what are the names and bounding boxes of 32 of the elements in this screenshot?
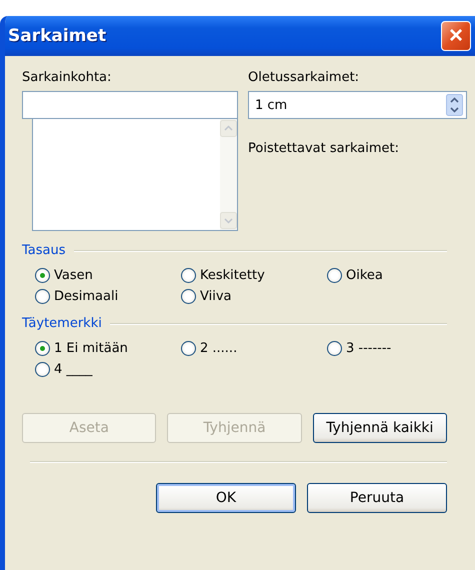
default-tabs-field[interactable]: 1 cm bbox=[249, 98, 446, 112]
alignment-option[interactable]: Desimaali bbox=[35, 289, 181, 304]
radio-icon[interactable] bbox=[35, 362, 50, 377]
alignment-option[interactable]: Vasen bbox=[35, 268, 181, 283]
alignment-option[interactable]: Viiva bbox=[181, 289, 327, 304]
radio-icon[interactable] bbox=[181, 341, 196, 356]
leader-option[interactable]: 4 ____ bbox=[35, 362, 181, 377]
group-title: Täytemerkki bbox=[22, 316, 102, 331]
alignment-option[interactable]: Oikea bbox=[327, 268, 467, 283]
radio-icon[interactable] bbox=[181, 289, 196, 304]
radio-icon[interactable] bbox=[181, 268, 196, 283]
action-button[interactable]: Tyhjennä kaikki bbox=[312, 413, 447, 443]
tab-stop-field[interactable] bbox=[22, 91, 238, 119]
field-label: Poistettavat sarkaimet: bbox=[248, 141, 400, 156]
close-button[interactable]: × bbox=[441, 21, 471, 51]
radio-icon[interactable] bbox=[35, 341, 50, 356]
group-title: Tasaus bbox=[22, 243, 66, 258]
window-title: Sarkaimet bbox=[8, 26, 106, 46]
dialog-button[interactable]: Peruuta bbox=[307, 483, 447, 513]
spin-arrows-icon[interactable] bbox=[446, 94, 463, 116]
radio-icon[interactable] bbox=[327, 268, 342, 283]
field-label: Sarkainkohta: bbox=[22, 70, 112, 85]
radio-icon[interactable] bbox=[327, 341, 342, 356]
radio-icon[interactable] bbox=[35, 268, 50, 283]
leader-option[interactable]: 1 Ei mitään bbox=[35, 341, 181, 356]
radio-icon[interactable] bbox=[35, 289, 50, 304]
leader-option[interactable]: 2 ...... bbox=[181, 341, 327, 356]
dialog-button[interactable]: OK bbox=[156, 483, 296, 513]
field-label: Oletussarkaimet: bbox=[248, 70, 360, 85]
leader-option[interactable]: 3 ------- bbox=[327, 341, 467, 356]
alignment-option[interactable]: Keskitetty bbox=[181, 268, 327, 283]
spin-field[interactable]: 1 cm bbox=[248, 91, 467, 119]
